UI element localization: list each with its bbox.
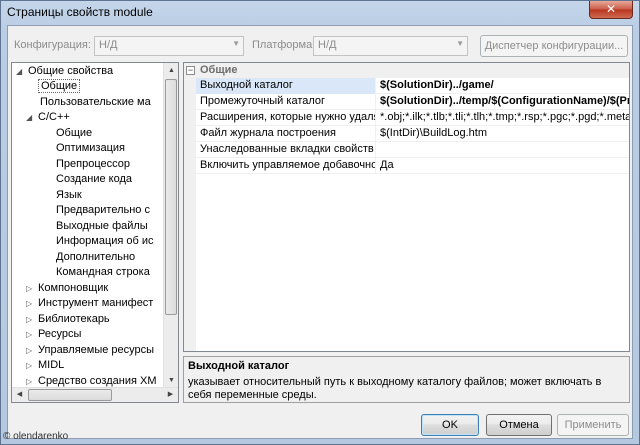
scroll-up-icon[interactable]: ▲ [164, 63, 178, 78]
tree-expander-icon[interactable]: ▷ [26, 327, 36, 342]
tree-item-selected[interactable]: Общие [38, 79, 81, 94]
configuration-row: Конфигурация: Н/Д ▼ Платформа: Н/Д ▼ Дис… [8, 35, 632, 57]
tree-item[interactable]: Дополнительно [54, 250, 137, 265]
tree-items: ◢ Общие свойства Общие Пользовательские м… [12, 63, 164, 402]
property-name: Включить управляемое добавочное [196, 158, 376, 174]
scroll-right-icon[interactable]: ▶ [163, 388, 178, 402]
tree-expander-icon[interactable]: ▷ [26, 296, 36, 311]
tree-item[interactable]: Создание кода [54, 172, 134, 187]
settings-tree[interactable]: ◢ Общие свойства Общие Пользовательские м… [11, 62, 179, 403]
configuration-value: Н/Д [99, 39, 118, 51]
property-value[interactable]: Да [377, 158, 629, 174]
platform-value: Н/Д [318, 39, 337, 51]
tree-item[interactable]: ▷ Библиотекарь [26, 312, 112, 327]
configuration-combo[interactable]: Н/Д ▼ [94, 36, 244, 56]
property-row-output-dir[interactable]: Выходной каталог $(SolutionDir)../game/ [196, 78, 629, 94]
watermark-text: © olendarenko [3, 431, 69, 442]
tree-item[interactable]: ◢ Общие свойства [16, 64, 115, 79]
grid-gutter [184, 63, 196, 351]
platform-label: Платформа: [252, 39, 316, 51]
configuration-manager-button[interactable]: Диспетчер конфигурации... [480, 35, 628, 57]
tree-vertical-scrollbar[interactable]: ▲ ▼ [163, 63, 178, 388]
property-row-build-log[interactable]: Файл журнала построения $(IntDir)\BuildL… [196, 126, 629, 142]
tree-item[interactable]: Язык [54, 188, 84, 203]
scrollbar-thumb[interactable] [165, 79, 177, 315]
property-value[interactable] [377, 142, 629, 158]
tree-item[interactable]: ▷ Ресурсы [26, 327, 83, 342]
description-text: указывает относительный путь к выходному… [188, 376, 602, 401]
scroll-down-icon[interactable]: ▼ [164, 373, 178, 388]
tree-item[interactable]: ▷ MIDL [26, 358, 66, 373]
ok-button[interactable]: OK [421, 414, 479, 436]
tree-item[interactable]: Выходные файлы [54, 219, 150, 234]
configuration-label: Конфигурация: [14, 39, 91, 51]
chevron-down-icon: ▼ [456, 39, 464, 48]
tree-expander-icon[interactable]: ▷ [26, 281, 36, 296]
dialog-client-area: Конфигурация: Н/Д ▼ Платформа: Н/Д ▼ Дис… [7, 25, 633, 439]
property-row-intermediate-dir[interactable]: Промежуточный каталог $(SolutionDir)../t… [196, 94, 629, 110]
tree-item[interactable]: ▷ Инструмент манифест [26, 296, 155, 311]
cancel-button[interactable]: Отмена [486, 414, 552, 436]
grid-category-label: Общие [200, 64, 238, 76]
property-grid[interactable]: − Общие Выходной каталог $(SolutionDir).… [183, 62, 630, 352]
property-value[interactable]: $(SolutionDir)../game/ [377, 78, 629, 94]
platform-combo[interactable]: Н/Д ▼ [313, 36, 468, 56]
tree-item[interactable]: Оптимизация [54, 141, 127, 156]
tree-item[interactable]: ▷ Управляемые ресурсы [26, 343, 156, 358]
tree-item[interactable]: ◢ C/C++ [26, 110, 72, 125]
scrollbar-thumb[interactable] [28, 389, 112, 401]
chevron-down-icon: ▼ [232, 39, 240, 48]
tree-horizontal-scrollbar[interactable]: ◀ ▶ [12, 387, 178, 402]
title-bar[interactable]: Страницы свойств module ✕ [1, 1, 639, 23]
tree-expander-icon[interactable]: ▷ [26, 312, 36, 327]
tree-expander-icon[interactable]: ▷ [26, 343, 36, 358]
collapse-icon[interactable]: − [186, 66, 195, 75]
tree-expander-icon[interactable]: ◢ [26, 110, 36, 125]
close-button[interactable]: ✕ [589, 1, 633, 19]
property-row-incremental-build[interactable]: Включить управляемое добавочное Да [196, 158, 629, 174]
tree-item[interactable]: Препроцессор [54, 157, 132, 172]
tree-item[interactable]: Командная строка [54, 265, 152, 280]
description-title: Выходной каталог [188, 360, 290, 372]
property-name: Выходной каталог [196, 78, 376, 94]
tree-expander-icon[interactable]: ▷ [26, 358, 36, 373]
property-row-inherited-sheets[interactable]: Унаследованные вкладки свойств пр [196, 142, 629, 158]
description-panel: Выходной каталог указывает относительный… [183, 356, 630, 403]
window-title: Страницы свойств module [7, 5, 153, 19]
property-name: Унаследованные вкладки свойств пр [196, 142, 376, 158]
tree-item[interactable]: Информация об ис [54, 234, 156, 249]
property-value[interactable]: $(SolutionDir)../temp/$(ConfigurationNam… [377, 94, 629, 110]
close-icon: ✕ [605, 2, 617, 16]
apply-button[interactable]: Применить [557, 414, 629, 436]
property-value[interactable]: *.obj;*.ilk;*.tlb;*.tli;*.tlh;*.tmp;*.rs… [377, 110, 629, 126]
property-value[interactable]: $(IntDir)\BuildLog.htm [377, 126, 629, 142]
property-name: Файл журнала построения [196, 126, 376, 142]
property-name: Расширения, которые нужно удалять [196, 110, 376, 126]
tree-expander-icon[interactable]: ◢ [16, 64, 26, 79]
scroll-left-icon[interactable]: ◀ [12, 388, 27, 402]
tree-item[interactable]: Предварительно с [54, 203, 152, 218]
property-row-clean-extensions[interactable]: Расширения, которые нужно удалять *.obj;… [196, 110, 629, 126]
tree-item[interactable]: Пользовательские ма [38, 95, 153, 110]
grid-category-row[interactable]: − Общие [184, 63, 629, 78]
property-name: Промежуточный каталог [196, 94, 376, 110]
tree-item[interactable]: Общие [54, 126, 94, 141]
tree-item[interactable]: ▷ Компоновщик [26, 281, 110, 296]
property-pages-window: Страницы свойств module ✕ Конфигурация: … [0, 0, 640, 445]
